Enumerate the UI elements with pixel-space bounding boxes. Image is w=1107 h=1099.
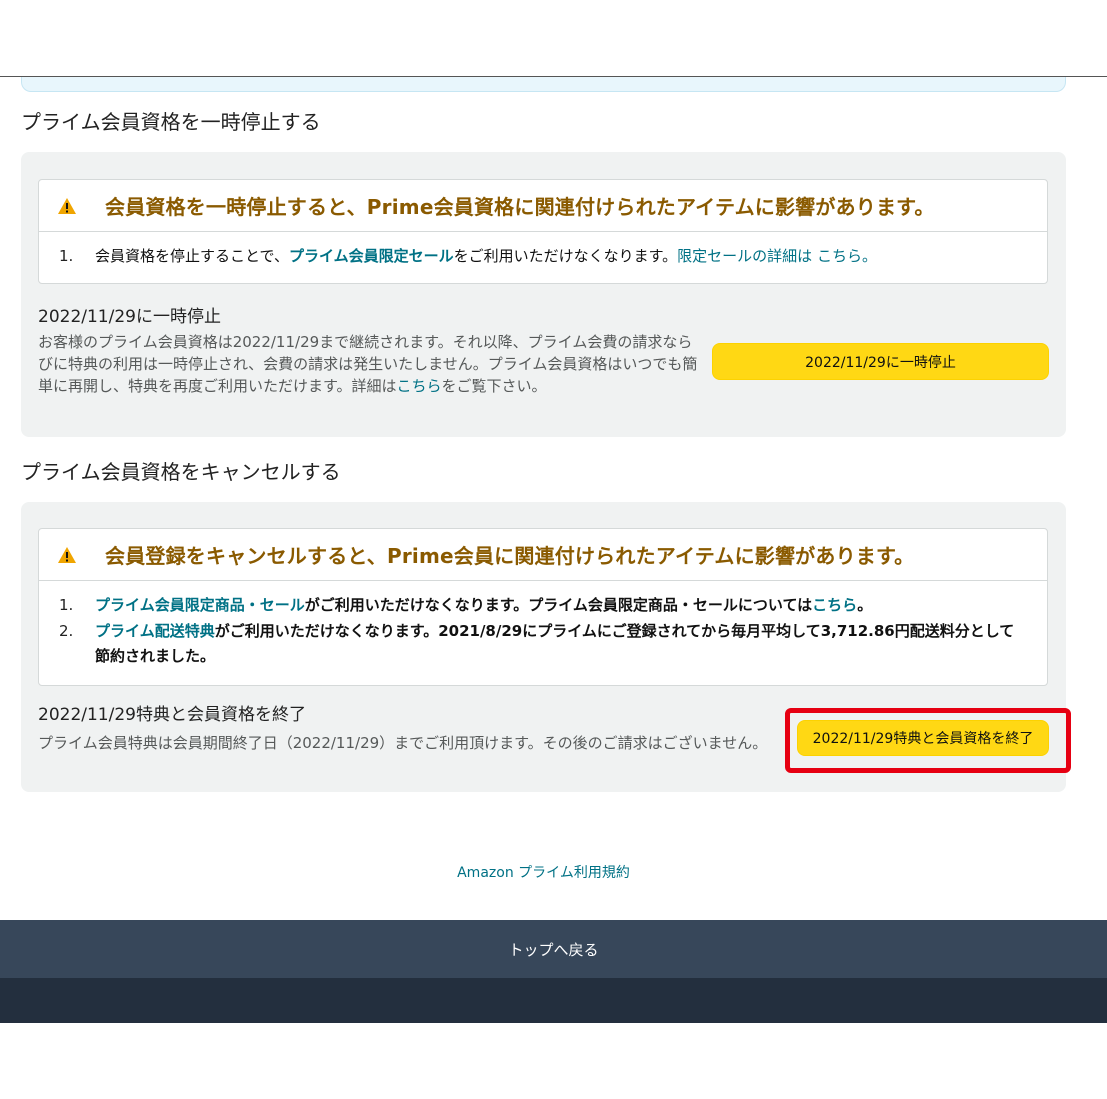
cancel-warning-list: 1. プライム会員限定商品・セールがご利用いただけなくなります。プライム会員限定…	[39, 581, 1047, 680]
desc-text: をご覧下さい。	[441, 377, 547, 395]
cancel-section-title: プライム会員資格をキャンセルする	[21, 460, 341, 484]
list-item: 2. プライム配送特典がご利用いただけなくなります。2021/8/29にプライム…	[59, 619, 1027, 669]
sale-details-link[interactable]: 限定セールの詳細は こちら。	[677, 247, 877, 265]
cancel-description: プライム会員特典は会員期間終了日（2022/11/29）までご利用頂けます。その…	[38, 734, 768, 752]
list-text: プライム会員限定商品・セールがご利用いただけなくなります。プライム会員限定商品・…	[95, 593, 872, 618]
warning-icon	[58, 197, 76, 214]
list-item: 1. プライム会員限定商品・セールがご利用いただけなくなります。プライム会員限定…	[59, 593, 1027, 618]
details-link[interactable]: こちら	[397, 377, 442, 395]
pause-description: お客様のプライム会員資格は2022/11/29まで継続されます。それ以降、プライ…	[38, 331, 698, 397]
pause-warning-box: 会員資格を一時停止すると、Prime会員資格に関連付けられたアイテムに影響があり…	[38, 179, 1048, 284]
prime-exclusive-link[interactable]: プライム会員限定商品・セール	[95, 596, 305, 614]
item-text: がご利用いただけなくなります。プライム会員限定商品・セールについては	[304, 596, 813, 614]
cancel-warning-title: 会員登録をキャンセルすると、Prime会員に関連付けられたアイテムに影響がありま…	[105, 544, 915, 568]
pause-warning-header: 会員資格を一時停止すると、Prime会員資格に関連付けられたアイテムに影響があり…	[39, 180, 1047, 232]
pause-membership-button[interactable]: 2022/11/29に一時停止	[712, 343, 1049, 380]
item-text: 。	[857, 596, 873, 614]
pause-subtitle: 2022/11/29に一時停止	[38, 307, 221, 327]
prime-shipping-link[interactable]: プライム配送特典	[95, 622, 215, 640]
info-banner-bottom	[21, 77, 1066, 92]
item-text: 会員資格を停止することで、	[95, 247, 289, 265]
list-text: プライム配送特典がご利用いただけなくなります。2021/8/29にプライムにご登…	[95, 619, 1027, 669]
list-number: 1.	[59, 596, 74, 614]
here-link[interactable]: こちら	[812, 596, 857, 614]
cancel-warning-header: 会員登録をキャンセルすると、Prime会員に関連付けられたアイテムに影響がありま…	[39, 529, 1047, 581]
desc-text: お客様のプライム会員資格は2022/11/29まで継続されます。それ以降、プライ…	[38, 333, 698, 395]
cancel-warning-box: 会員登録をキャンセルすると、Prime会員に関連付けられたアイテムに影響がありま…	[38, 528, 1048, 686]
footer-bar	[0, 978, 1107, 1023]
prime-terms-link[interactable]: Amazon プライム利用規約	[0, 862, 1087, 882]
pause-warning-list: 1. 会員資格を停止することで、プライム会員限定セールをご利用いただけなくなりま…	[39, 232, 1047, 280]
list-number: 1.	[59, 247, 74, 265]
back-to-top-button[interactable]: トップへ戻る	[0, 920, 1107, 978]
warning-icon	[58, 546, 76, 563]
cancel-subtitle: 2022/11/29特典と会員資格を終了	[38, 705, 306, 725]
pause-panel: 会員資格を一時停止すると、Prime会員資格に関連付けられたアイテムに影響があり…	[21, 152, 1066, 437]
item-text: をご利用いただけなくなります。	[453, 247, 678, 265]
list-number: 2.	[59, 622, 74, 640]
pause-warning-title: 会員資格を一時停止すると、Prime会員資格に関連付けられたアイテムに影響があり…	[105, 195, 935, 219]
highlight-box	[785, 708, 1071, 773]
pause-section-title: プライム会員資格を一時停止する	[21, 110, 321, 134]
prime-sale-link[interactable]: プライム会員限定セール	[289, 247, 454, 265]
item-text: がご利用いただけなくなります。2021/8/29にプライムにご登録されてから毎月…	[95, 622, 1015, 665]
list-item: 1. 会員資格を停止することで、プライム会員限定セールをご利用いただけなくなりま…	[59, 244, 1027, 269]
list-text: 会員資格を停止することで、プライム会員限定セールをご利用いただけなくなります。限…	[95, 244, 877, 269]
